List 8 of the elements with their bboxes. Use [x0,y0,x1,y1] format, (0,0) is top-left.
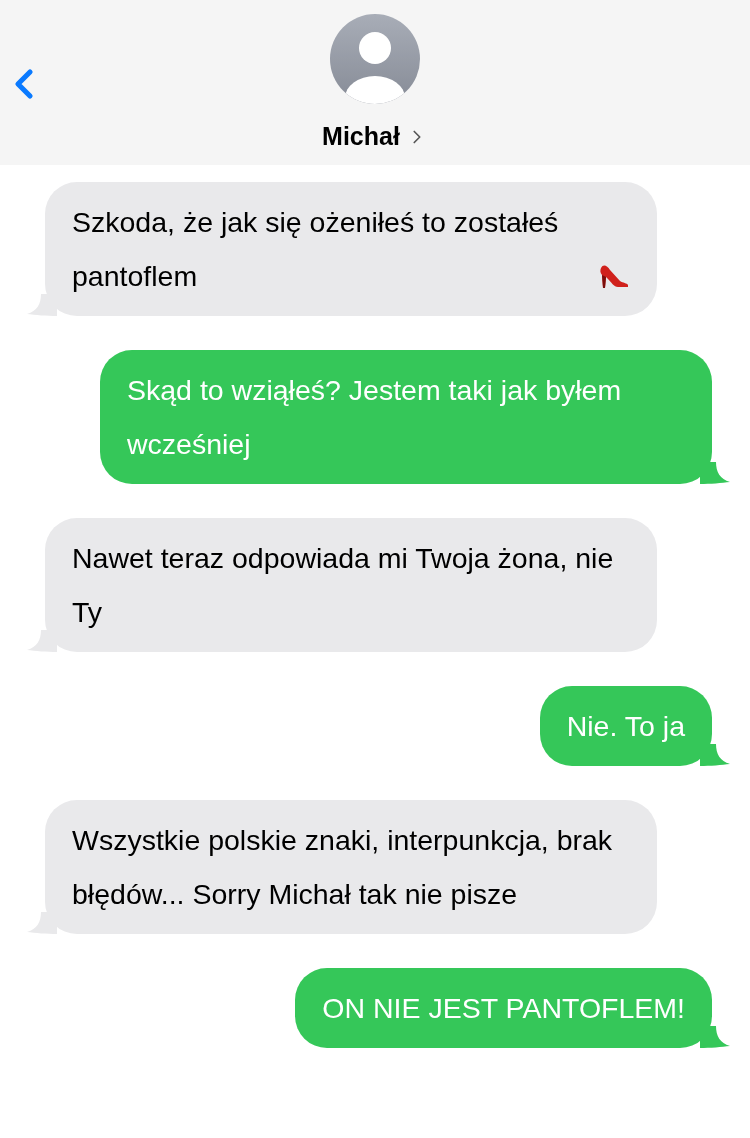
message-text: Szkoda, że jak się ożeniłeś to zostałeś pantoflem [72,205,560,294]
message-text: Nawet teraz odpowiada mi Twoja żona, nie Ty [72,541,615,630]
message-text: ON NIE JEST PANTOFLEM! [322,991,685,1026]
message-text: Nie. To ja [566,709,685,744]
message-text: Skąd to wziąłeś? Jestem taki jak byłem wcześniej [127,373,623,462]
avatar[interactable] [330,14,420,104]
message-text: Wszystkie polskie znaki, interpunkcja, brak błędów... Sorry Michał tak nie pisze [72,823,614,912]
contact-name[interactable]: Michał [322,118,428,156]
